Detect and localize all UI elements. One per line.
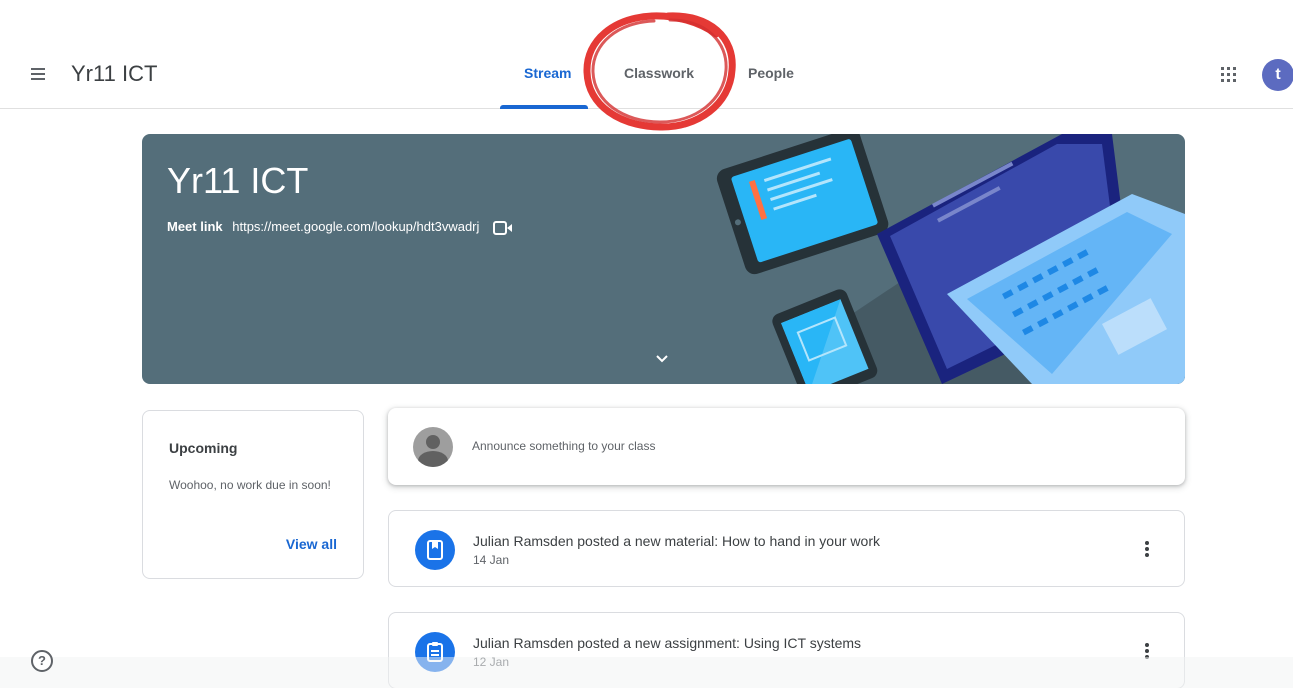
devices-illustration [716,134,1185,384]
more-options-icon[interactable] [1135,537,1159,561]
post-title: Julian Ramsden posted a new material: Ho… [473,533,880,549]
banner-class-title: Yr11 ICT [167,160,309,201]
material-icon [415,530,455,570]
tab-people[interactable]: People [748,65,794,81]
active-tab-indicator [500,105,588,109]
top-app-bar: Yr11 ICT Stream Classwork People t [0,0,1293,109]
chevron-down-icon[interactable] [652,349,672,369]
meet-link-row: Meet link https://meet.google.com/lookup… [167,219,513,235]
user-avatar-icon [413,427,453,467]
upcoming-card: Upcoming Woohoo, no work due in soon! Vi… [142,410,364,579]
tab-stream[interactable]: Stream [524,65,571,81]
announce-box[interactable]: Announce something to your class [388,408,1185,485]
video-camera-icon[interactable] [493,220,513,235]
class-banner: Yr11 ICT Meet link https://meet.google.c… [142,134,1185,384]
meet-link-url[interactable]: https://meet.google.com/lookup/hdt3vwadr… [232,219,479,234]
help-icon[interactable]: ? [31,650,53,672]
tab-classwork[interactable]: Classwork [624,65,694,81]
account-avatar[interactable]: t [1262,59,1293,91]
stream-post[interactable]: Julian Ramsden posted a new material: Ho… [388,510,1185,587]
meet-link-label: Meet link [167,219,223,234]
post-date: 14 Jan [473,553,510,567]
class-title[interactable]: Yr11 ICT [71,61,157,87]
bottom-strip [0,657,1293,688]
announce-placeholder: Announce something to your class [472,439,656,453]
upcoming-title: Upcoming [169,440,238,456]
main-menu-icon[interactable] [26,62,50,86]
google-apps-icon[interactable] [1218,64,1238,84]
upcoming-message: Woohoo, no work due in soon! [169,478,331,492]
view-all-link[interactable]: View all [286,536,337,552]
post-title: Julian Ramsden posted a new assignment: … [473,635,862,651]
